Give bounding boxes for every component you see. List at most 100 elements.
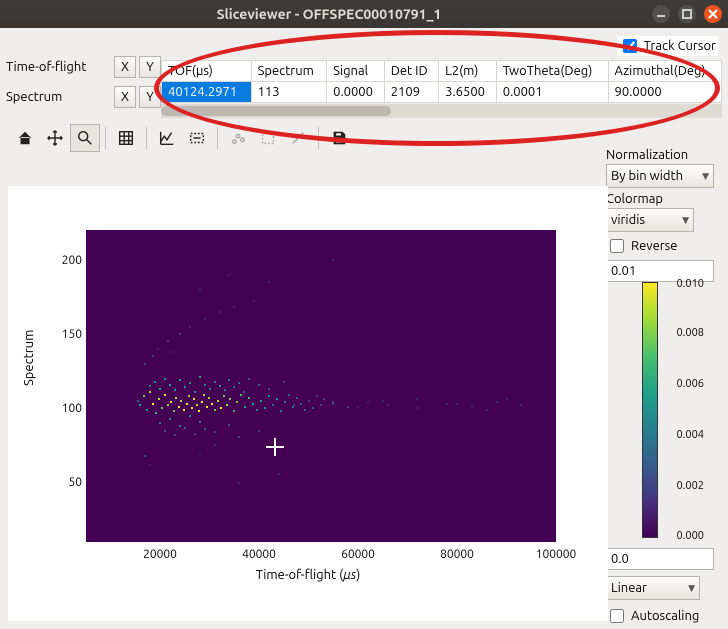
data-point [228, 424, 230, 426]
th-l2[interactable]: L2(m) [439, 61, 497, 82]
pan-button[interactable] [40, 124, 70, 152]
scale-select[interactable]: Linear▼ [606, 576, 700, 600]
home-button[interactable] [10, 124, 40, 152]
data-point [194, 391, 196, 393]
reverse-checkbox[interactable] [610, 239, 624, 253]
axis-label-tof: Time-of-flight [6, 60, 111, 74]
data-point [240, 394, 242, 396]
data-point [387, 404, 389, 406]
data-point [194, 433, 196, 435]
ytick: 50 [56, 476, 82, 489]
plot-area[interactable] [86, 230, 556, 542]
grid-button[interactable] [111, 124, 141, 152]
data-point [357, 406, 359, 408]
colormap-select[interactable]: viridis▼ [606, 208, 694, 232]
reverse-toggle[interactable]: Reverse [606, 236, 720, 256]
data-point [496, 401, 498, 403]
data-point [208, 397, 210, 399]
td-spectrum[interactable]: 113 [251, 82, 327, 103]
data-point [296, 397, 298, 399]
axis-spectrum-x-button[interactable]: X [114, 86, 136, 108]
close-button[interactable] [704, 5, 722, 23]
track-cursor-toggle[interactable]: Track Cursor [617, 36, 718, 56]
axis-selectors: Time-of-flight X Y Spectrum X Y [6, 34, 161, 116]
data-point [288, 394, 290, 396]
data-point [204, 428, 206, 430]
data-point [186, 403, 188, 405]
chevron-down-icon: ▼ [702, 171, 709, 182]
data-point [320, 404, 322, 406]
data-point [248, 378, 250, 380]
data-point [268, 395, 270, 397]
cb-tick: 0.010 [676, 278, 704, 290]
axis-tof-y-button[interactable]: Y [139, 56, 161, 78]
cb-tick: 0.006 [676, 378, 704, 390]
cmin-input[interactable]: 0.0 [606, 548, 714, 570]
ytick: 150 [56, 328, 82, 341]
data-point [157, 348, 159, 350]
xtick: 40000 [242, 548, 276, 561]
data-point [170, 401, 172, 403]
save-button[interactable] [324, 124, 354, 152]
data-point [228, 379, 230, 381]
zoom-button[interactable] [70, 124, 100, 152]
normalization-label: Normalization [606, 148, 720, 162]
data-point [139, 404, 141, 406]
data-point [191, 407, 193, 409]
data-point [304, 409, 306, 411]
cb-tick: 0.000 [676, 530, 704, 542]
data-point [332, 259, 334, 261]
th-twotheta[interactable]: TwoTheta(Deg) [496, 61, 608, 82]
data-point [260, 400, 262, 402]
th-azimuthal[interactable]: Azimuthal(Deg) [608, 61, 721, 82]
data-point [189, 415, 191, 417]
data-point [506, 398, 508, 400]
data-point [284, 401, 286, 403]
data-point [149, 391, 151, 393]
td-twotheta[interactable]: 0.0001 [496, 82, 608, 103]
data-point [220, 407, 222, 409]
data-point [143, 395, 145, 397]
data-point [229, 398, 231, 400]
minimize-button[interactable] [652, 5, 670, 23]
lower-right-controls: 0.0 Linear▼ Autoscaling [606, 548, 720, 626]
axis-tof-x-button[interactable]: X [114, 56, 136, 78]
data-point [180, 400, 182, 402]
data-point [238, 382, 240, 384]
th-spectrum[interactable]: Spectrum [251, 61, 327, 82]
th-signal[interactable]: Signal [327, 61, 385, 82]
td-signal[interactable]: 0.0000 [327, 82, 385, 103]
td-l2[interactable]: 3.6500 [439, 82, 497, 103]
data-point [167, 404, 169, 406]
cursor-crosshair [266, 438, 284, 456]
axis-spectrum-y-button[interactable]: Y [139, 86, 161, 108]
td-azimuthal[interactable]: 90.0000 [608, 82, 721, 103]
track-cursor-checkbox[interactable] [623, 39, 637, 53]
data-point [238, 482, 240, 484]
autoscaling-label: Autoscaling [631, 609, 699, 623]
data-point [332, 401, 334, 403]
th-tof[interactable]: TOF(μs) [162, 61, 252, 82]
data-point [233, 386, 235, 388]
data-point [223, 395, 225, 397]
data-point [446, 403, 448, 405]
autoscaling-checkbox[interactable] [610, 609, 624, 623]
data-point [199, 288, 201, 290]
data-point [184, 427, 186, 429]
data-point [258, 430, 260, 432]
autoscaling-toggle[interactable]: Autoscaling [606, 606, 720, 626]
region-button[interactable] [182, 124, 212, 152]
cursor-table-row[interactable]: 40124.2971 113 0.0000 2109 3.6500 0.0001… [162, 82, 722, 103]
maximize-button[interactable] [678, 5, 696, 23]
th-detid[interactable]: Det ID [384, 61, 438, 82]
data-point [173, 410, 175, 412]
td-tof[interactable]: 40124.2971 [162, 82, 252, 103]
td-detid[interactable]: 2109 [384, 82, 438, 103]
ytick: 200 [56, 254, 82, 267]
data-point [280, 410, 282, 412]
lineplot-button[interactable] [152, 124, 182, 152]
normalization-select[interactable]: By bin width▼ [606, 164, 714, 188]
axis-label-spectrum: Spectrum [6, 90, 111, 104]
data-point [268, 281, 270, 283]
table-h-scrollbar[interactable] [161, 104, 722, 118]
